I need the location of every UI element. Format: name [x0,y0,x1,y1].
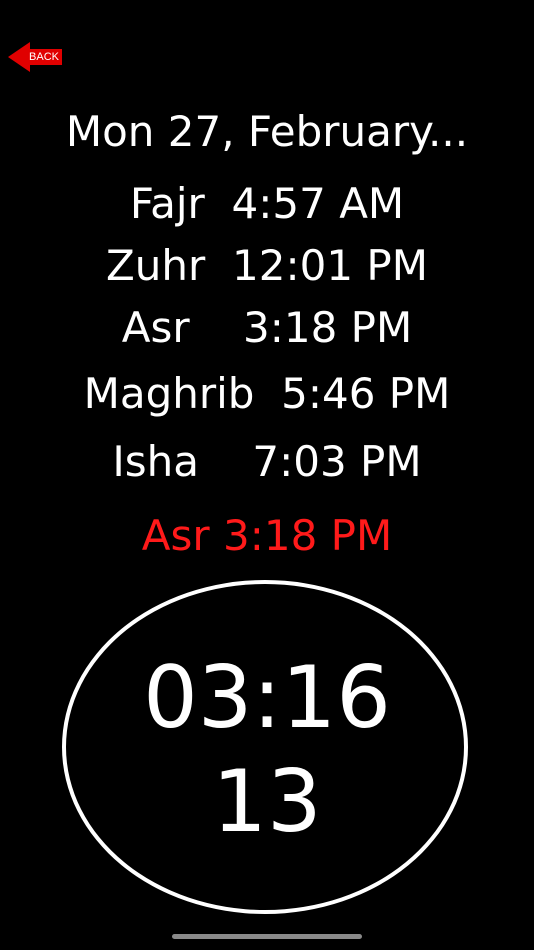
next-prayer-label: Asr 3:18 PM [141,511,393,560]
back-button[interactable]: BACK [8,40,64,74]
home-indicator[interactable] [172,934,362,939]
prayer-row-maghrib: Maghrib 5:46 PM [83,369,451,418]
back-label: BACK [29,51,59,63]
countdown-seconds: 13 [212,752,322,852]
countdown-time: 03:16 [143,648,391,748]
date-heading: Mon 27, February... [65,107,469,156]
prayer-row-fajr: Fajr 4:57 AM [129,179,405,228]
prayer-row-zuhr: Zuhr 12:01 PM [106,241,428,290]
prayer-row-asr: Asr 3:18 PM [121,303,413,352]
prayer-row-isha: Isha 7:03 PM [112,437,422,486]
